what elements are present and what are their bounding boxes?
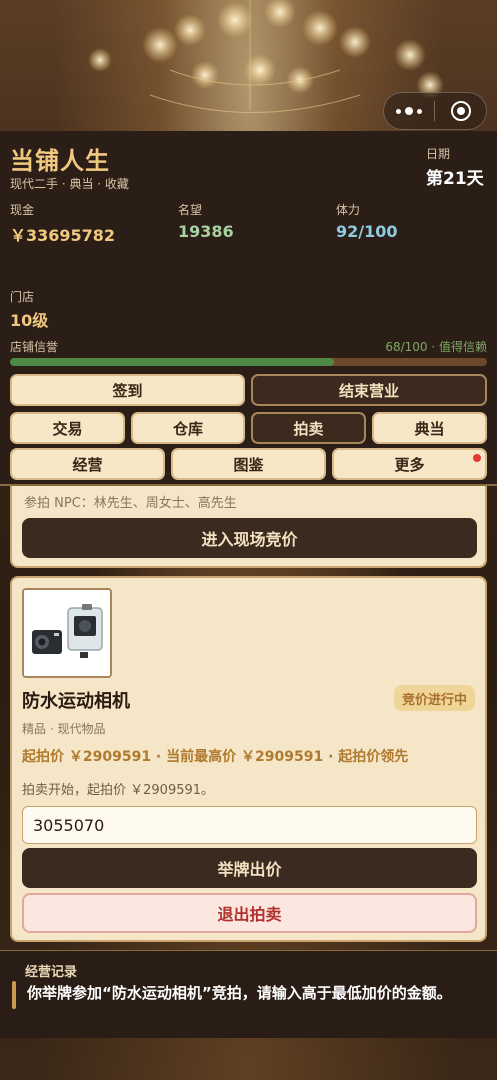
shop-level: 10级 xyxy=(10,311,49,330)
date-label: 日期 xyxy=(426,147,451,161)
action-camera-icon xyxy=(24,590,110,676)
auction-item-card: 防水运动相机 竞价进行中 精品 · 现代物品 起拍价 ￥2909591 · 当前… xyxy=(10,576,487,942)
catalog-button[interactable]: 图鉴 xyxy=(171,448,326,480)
fame-value: 19386 xyxy=(178,222,234,241)
place-bid-button[interactable]: 举牌出价 xyxy=(22,848,477,888)
miniprogram-capsule xyxy=(383,92,487,130)
status-header: 当铺人生 现代二手 · 典当 · 收藏 日期 第21天 现金 ￥33695782… xyxy=(0,131,497,486)
notification-dot xyxy=(473,454,481,462)
more-options-icon[interactable] xyxy=(384,93,434,129)
bid-amount-input[interactable] xyxy=(22,806,477,844)
auction-button[interactable]: 拍卖 xyxy=(251,412,366,444)
date-value: 第21天 xyxy=(426,169,484,189)
warehouse-button[interactable]: 仓库 xyxy=(131,412,245,444)
price-summary: 起拍价 ￥2909591 · 当前最高价 ￥2909591 · 起拍价领先 xyxy=(22,749,409,765)
more-button-label: 更多 xyxy=(394,455,425,474)
close-miniprogram-icon[interactable] xyxy=(435,101,486,121)
enter-live-bidding-button[interactable]: 进入现场竞价 xyxy=(22,518,477,558)
fame-label: 名望 xyxy=(178,203,203,217)
close-shop-button[interactable]: 结束营业 xyxy=(251,374,487,406)
pawn-button[interactable]: 典当 xyxy=(372,412,487,444)
reputation-fill xyxy=(10,358,335,366)
manage-button[interactable]: 经营 xyxy=(10,448,165,480)
shop-label: 门店 xyxy=(10,290,35,304)
trade-button[interactable]: 交易 xyxy=(10,412,125,444)
reputation-bar xyxy=(10,358,487,366)
cash-value: ￥33695782 xyxy=(10,226,116,245)
reputation-label: 店铺信誉 xyxy=(10,340,59,354)
game-title: 当铺人生 xyxy=(10,147,110,175)
cash-label: 现金 xyxy=(10,203,35,217)
stamina-value: 92/100 xyxy=(336,222,398,241)
exit-auction-button[interactable]: 退出拍卖 xyxy=(22,893,477,933)
log-accent-bar xyxy=(12,981,16,1009)
live-auction-panel: 参拍 NPC：林先生、周女士、高先生 进入现场竞价 xyxy=(10,486,487,568)
more-button[interactable]: 更多 xyxy=(332,448,487,480)
reputation-status: 68/100 · 值得信赖 xyxy=(385,340,487,354)
item-category: 精品 · 现代物品 xyxy=(22,722,106,736)
npc-participants: 参拍 NPC：林先生、周女士、高先生 xyxy=(24,496,237,511)
log-title: 经营记录 xyxy=(25,965,78,980)
auction-message: 拍卖开始，起拍价 ￥2909591。 xyxy=(22,783,215,798)
activity-log: 经营记录 你举牌参加“防水运动相机”竞拍，请输入高于最低加价的金额。 xyxy=(0,950,497,1038)
item-thumbnail xyxy=(22,588,112,678)
status-badge: 竞价进行中 xyxy=(393,685,475,711)
log-message: 你举牌参加“防水运动相机”竞拍，请输入高于最低加价的金额。 xyxy=(27,984,452,1002)
game-subtitle: 现代二手 · 典当 · 收藏 xyxy=(10,177,129,191)
item-name: 防水运动相机 xyxy=(22,691,130,712)
stamina-label: 体力 xyxy=(336,203,361,217)
checkin-button[interactable]: 签到 xyxy=(10,374,245,406)
